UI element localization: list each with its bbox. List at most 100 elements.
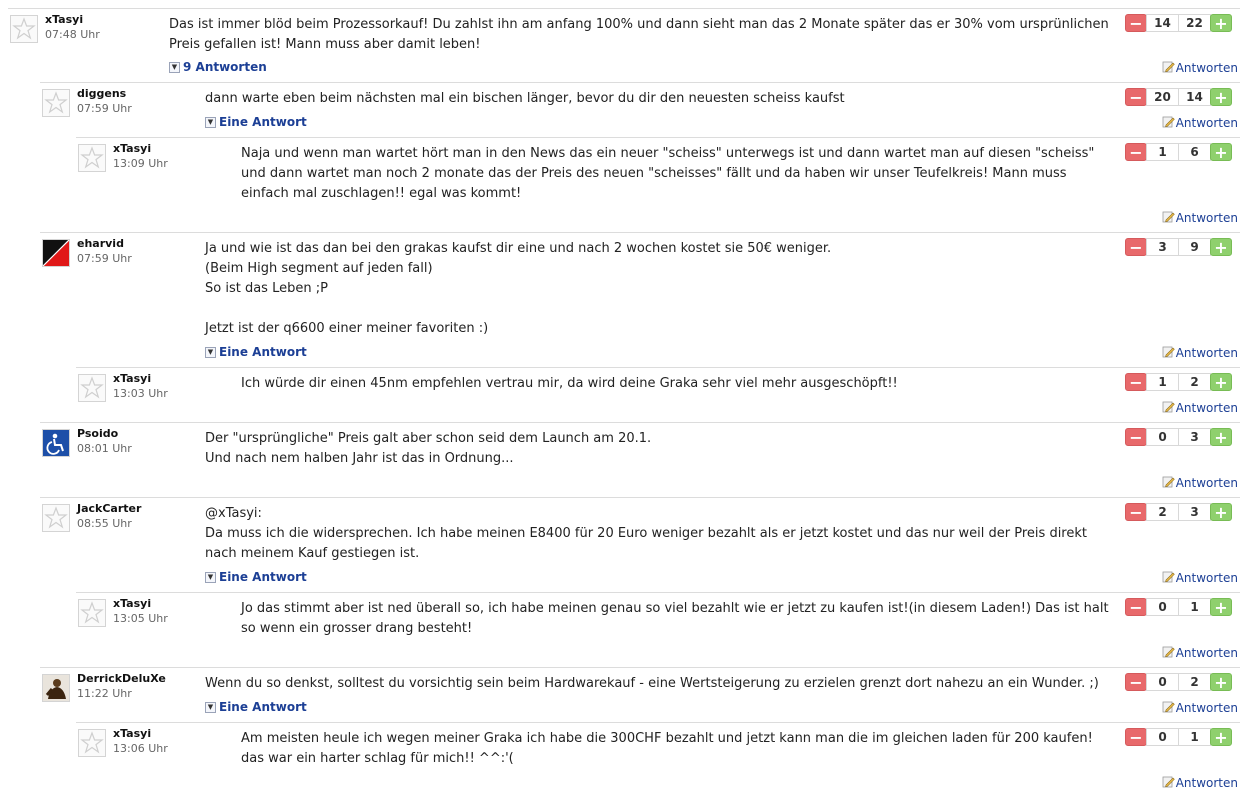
comment-author[interactable]: xTasyi	[113, 142, 151, 155]
comment-text: Ja und wie ist das dan bei den grakas ka…	[205, 241, 832, 336]
reply-link[interactable]: Antworten	[1162, 345, 1238, 361]
replies-count-label: Eine Antwort	[219, 345, 307, 359]
reply-link[interactable]: Antworten	[1162, 115, 1238, 131]
avatar[interactable]	[78, 144, 106, 172]
vote-up-button[interactable]: +	[1210, 428, 1232, 446]
avatar[interactable]	[78, 729, 106, 757]
reply-link[interactable]: Antworten	[1162, 700, 1238, 716]
comment-time: 07:48 Uhr	[45, 28, 100, 41]
comment-thread: xTasyi 07:48 Uhr Das ist immer blöd beim P…	[0, 0, 1254, 791]
reply-link[interactable]: Antworten	[1162, 60, 1238, 76]
votes-up-count: 3	[1178, 428, 1211, 446]
votes-up-count: 3	[1178, 503, 1211, 521]
comment-author[interactable]: JackCarter	[77, 502, 141, 515]
edit-pencil-icon	[1162, 60, 1175, 76]
avatar[interactable]	[42, 674, 70, 702]
vote-down-button[interactable]: −	[1125, 238, 1147, 256]
replies-toggle[interactable]: ▼ Eine Antwort	[205, 700, 307, 714]
replies-toggle[interactable]: ▼ Eine Antwort	[205, 570, 307, 584]
reply-link[interactable]: Antworten	[1162, 400, 1238, 416]
comment-author[interactable]: DerrickDeluXe	[77, 672, 166, 685]
vote-up-button[interactable]: +	[1210, 238, 1232, 256]
edit-pencil-icon	[1162, 210, 1175, 226]
vote-down-button[interactable]: −	[1125, 373, 1147, 391]
votes-down-count: 0	[1146, 428, 1179, 446]
comment-text: Naja und wenn man wartet hört man in den…	[241, 146, 1095, 201]
comment-author[interactable]: diggens	[77, 87, 126, 100]
comment-time: 11:22 Uhr	[77, 687, 132, 700]
comment-text: Jo das stimmt aber ist ned überall so, i…	[241, 601, 1109, 636]
vote-down-button[interactable]: −	[1125, 728, 1147, 746]
vote-up-button[interactable]: +	[1210, 373, 1232, 391]
vote-widget: −0 1 +	[1125, 728, 1238, 746]
comment-text: Der "ursprüngliche" Preis galt aber scho…	[205, 431, 652, 466]
comment-time: 08:01 Uhr	[77, 442, 132, 455]
votes-up-count: 2	[1178, 673, 1211, 691]
avatar[interactable]	[78, 599, 106, 627]
avatar[interactable]	[42, 504, 70, 532]
comment-author[interactable]: Psoido	[77, 427, 118, 440]
vote-up-button[interactable]: +	[1210, 143, 1232, 161]
comment: xTasyi 13:06 Uhr Am meisten heule ich wege…	[76, 722, 1240, 798]
replies-toggle[interactable]: ▼ Eine Antwort	[205, 115, 307, 129]
reply-link[interactable]: Antworten	[1162, 570, 1238, 586]
chevron-down-icon: ▼	[205, 346, 216, 358]
chevron-down-icon: ▼	[205, 701, 216, 713]
vote-up-button[interactable]: +	[1210, 673, 1232, 691]
chevron-down-icon: ▼	[169, 61, 180, 73]
vote-widget: −0 3 +	[1125, 428, 1238, 446]
avatar[interactable]	[78, 374, 106, 402]
vote-down-button[interactable]: −	[1125, 428, 1147, 446]
comment-text: Wenn du so denkst, solltest du vorsichti…	[205, 676, 1099, 691]
reply-link-label: Antworten	[1175, 401, 1238, 415]
votes-up-count: 22	[1178, 14, 1211, 32]
avatar[interactable]	[42, 429, 70, 457]
comment-author[interactable]: xTasyi	[113, 372, 151, 385]
votes-up-count: 1	[1178, 598, 1211, 616]
votes-down-count: 0	[1146, 728, 1179, 746]
vote-up-button[interactable]: +	[1210, 503, 1232, 521]
replies-toggle[interactable]: ▼ Eine Antwort	[205, 345, 307, 359]
reply-link[interactable]: Antworten	[1162, 210, 1238, 226]
reply-link[interactable]: Antworten	[1162, 775, 1238, 791]
vote-up-button[interactable]: +	[1210, 14, 1232, 32]
edit-pencil-icon	[1162, 400, 1175, 416]
avatar[interactable]	[42, 239, 70, 267]
vote-up-button[interactable]: +	[1210, 88, 1232, 106]
votes-up-count: 1	[1178, 728, 1211, 746]
comment-time: 13:09 Uhr	[113, 157, 168, 170]
vote-down-button[interactable]: −	[1125, 88, 1147, 106]
vote-down-button[interactable]: −	[1125, 503, 1147, 521]
reply-link-label: Antworten	[1175, 571, 1238, 585]
comment-text: Am meisten heule ich wegen meiner Graka …	[241, 731, 1093, 766]
comment-text: Ich würde dir einen 45nm empfehlen vertr…	[241, 376, 898, 391]
reply-link[interactable]: Antworten	[1162, 645, 1238, 661]
votes-up-count: 14	[1178, 88, 1211, 106]
comment-author[interactable]: xTasyi	[113, 727, 151, 740]
comment-author[interactable]: eharvid	[77, 237, 124, 250]
vote-up-button[interactable]: +	[1210, 598, 1232, 616]
vote-down-button[interactable]: −	[1125, 673, 1147, 691]
vote-down-button[interactable]: −	[1125, 598, 1147, 616]
comment-text: dann warte eben beim nächsten mal ein bi…	[205, 91, 845, 106]
comment: xTasyi 13:09 Uhr Naja und wenn man wartet …	[76, 137, 1240, 233]
replies-count-label: 9 Antworten	[183, 60, 267, 74]
votes-up-count: 2	[1178, 373, 1211, 391]
replies-count-label: Eine Antwort	[219, 570, 307, 584]
votes-down-count: 0	[1146, 673, 1179, 691]
comment-author[interactable]: xTasyi	[45, 13, 83, 26]
comment-time: 08:55 Uhr	[77, 517, 132, 530]
vote-down-button[interactable]: −	[1125, 14, 1147, 32]
edit-pencil-icon	[1162, 570, 1175, 586]
votes-down-count: 3	[1146, 238, 1179, 256]
replies-count-label: Eine Antwort	[219, 115, 307, 129]
replies-toggle[interactable]: ▼ 9 Antworten	[169, 60, 267, 74]
avatar[interactable]	[10, 15, 38, 43]
avatar[interactable]	[42, 89, 70, 117]
reply-link[interactable]: Antworten	[1162, 475, 1238, 491]
comment-author[interactable]: xTasyi	[113, 597, 151, 610]
vote-down-button[interactable]: −	[1125, 143, 1147, 161]
comment-time: 07:59 Uhr	[77, 102, 132, 115]
vote-up-button[interactable]: +	[1210, 728, 1232, 746]
comment: eharvid 07:59 Uhr Ja und wie ist das dan b…	[40, 232, 1240, 368]
